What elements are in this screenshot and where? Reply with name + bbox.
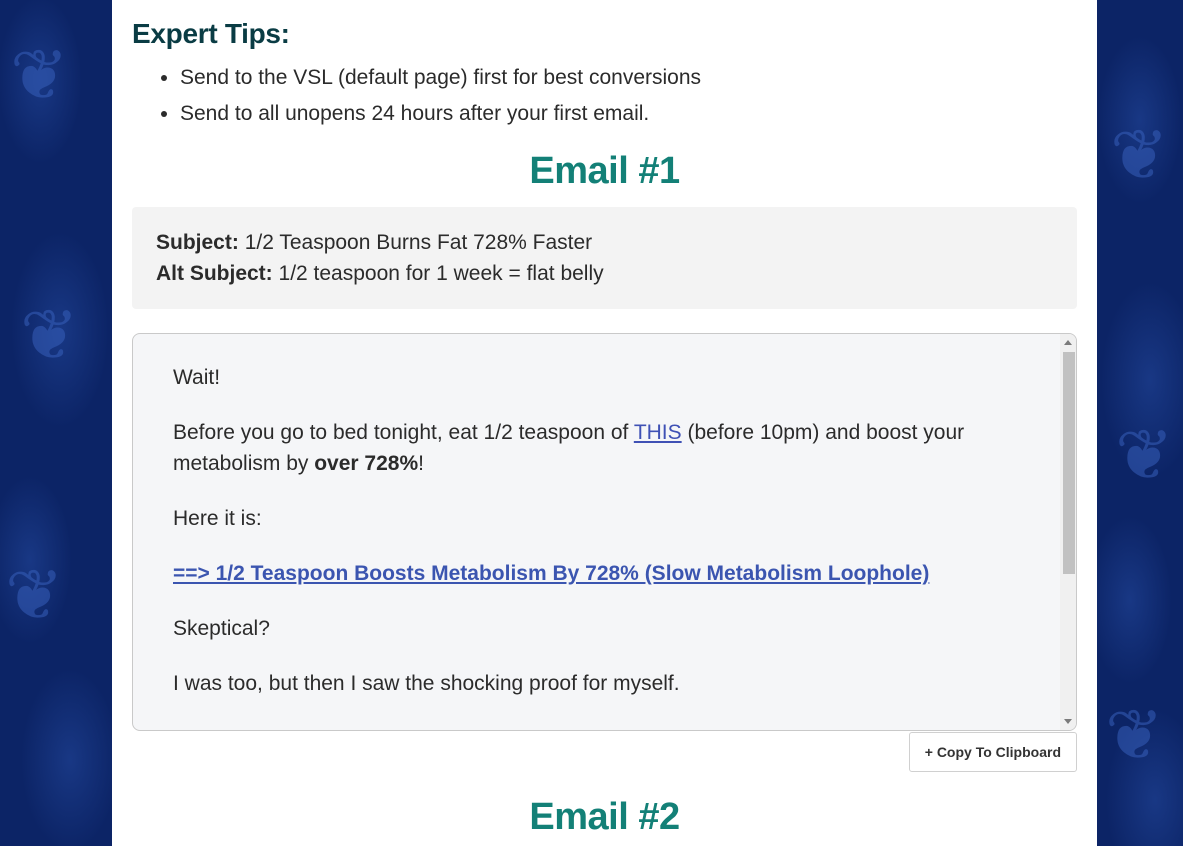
email-text: ! <box>418 452 424 475</box>
offer-link[interactable]: ==> 1/2 Teaspoon Boosts Metabolism By 72… <box>173 562 929 585</box>
alt-subject-label: Alt Subject: <box>156 262 273 285</box>
email-paragraph: Here it is: <box>173 507 262 530</box>
email-paragraph: ==> 1/2 Teaspoon Boosts Metabolism By 72… <box>173 558 1036 589</box>
copy-to-clipboard-button[interactable]: + Copy To Clipboard <box>908 732 1077 772</box>
vertical-scrollbar[interactable] <box>1060 334 1076 730</box>
email-2-heading: Email #2 <box>529 796 680 838</box>
leaf-decoration: ❦ <box>5 556 64 634</box>
tip-item: Send to all unopens 24 hours after your … <box>180 96 1077 132</box>
subject-line: Subject: 1/2 Teaspoon Burns Fat 728% Fas… <box>156 227 1053 258</box>
expert-tips-heading: Expert Tips: <box>132 18 290 49</box>
scroll-down-arrow-icon[interactable] <box>1064 719 1072 724</box>
leaf-decoration: ❦ <box>1115 416 1174 494</box>
email-body-textarea[interactable]: Wait! Before you go to bed tonight, eat … <box>132 333 1077 731</box>
content-panel: Expert Tips: Send to the VSL (default pa… <box>112 0 1097 846</box>
scroll-up-arrow-icon[interactable] <box>1064 340 1072 345</box>
leaf-decoration: ❦ <box>10 36 69 114</box>
expert-tips-list: Send to the VSL (default page) first for… <box>132 60 1077 132</box>
email-text: Before you go to bed tonight, eat 1/2 te… <box>173 421 634 444</box>
alt-subject-line: Alt Subject: 1/2 teaspoon for 1 week = f… <box>156 258 1053 289</box>
email-body-content: Wait! Before you go to bed tonight, eat … <box>133 334 1076 699</box>
email-paragraph: Skeptical? <box>173 617 270 640</box>
tip-item: Send to the VSL (default page) first for… <box>180 60 1077 96</box>
subject-label: Subject: <box>156 231 239 254</box>
email-bold-text: over 728% <box>314 452 419 475</box>
subject-text: 1/2 Teaspoon Burns Fat 728% Faster <box>244 231 593 254</box>
subject-box: Subject: 1/2 Teaspoon Burns Fat 728% Fas… <box>132 207 1077 309</box>
email-paragraph: Wait! <box>173 366 221 389</box>
email-paragraph: Before you go to bed tonight, eat 1/2 te… <box>173 417 1036 479</box>
leaf-decoration: ❦ <box>1110 116 1169 194</box>
alt-subject-text: 1/2 teaspoon for 1 week = flat belly <box>278 262 604 285</box>
scroll-thumb[interactable] <box>1063 352 1075 574</box>
email-paragraph: I was too, but then I saw the shocking p… <box>173 672 680 695</box>
leaf-decoration: ❦ <box>20 296 79 374</box>
copy-row: + Copy To Clipboard <box>132 732 1077 772</box>
leaf-decoration: ❦ <box>1105 696 1164 774</box>
email-1-heading: Email #1 <box>529 150 680 192</box>
this-link[interactable]: THIS <box>634 421 682 444</box>
